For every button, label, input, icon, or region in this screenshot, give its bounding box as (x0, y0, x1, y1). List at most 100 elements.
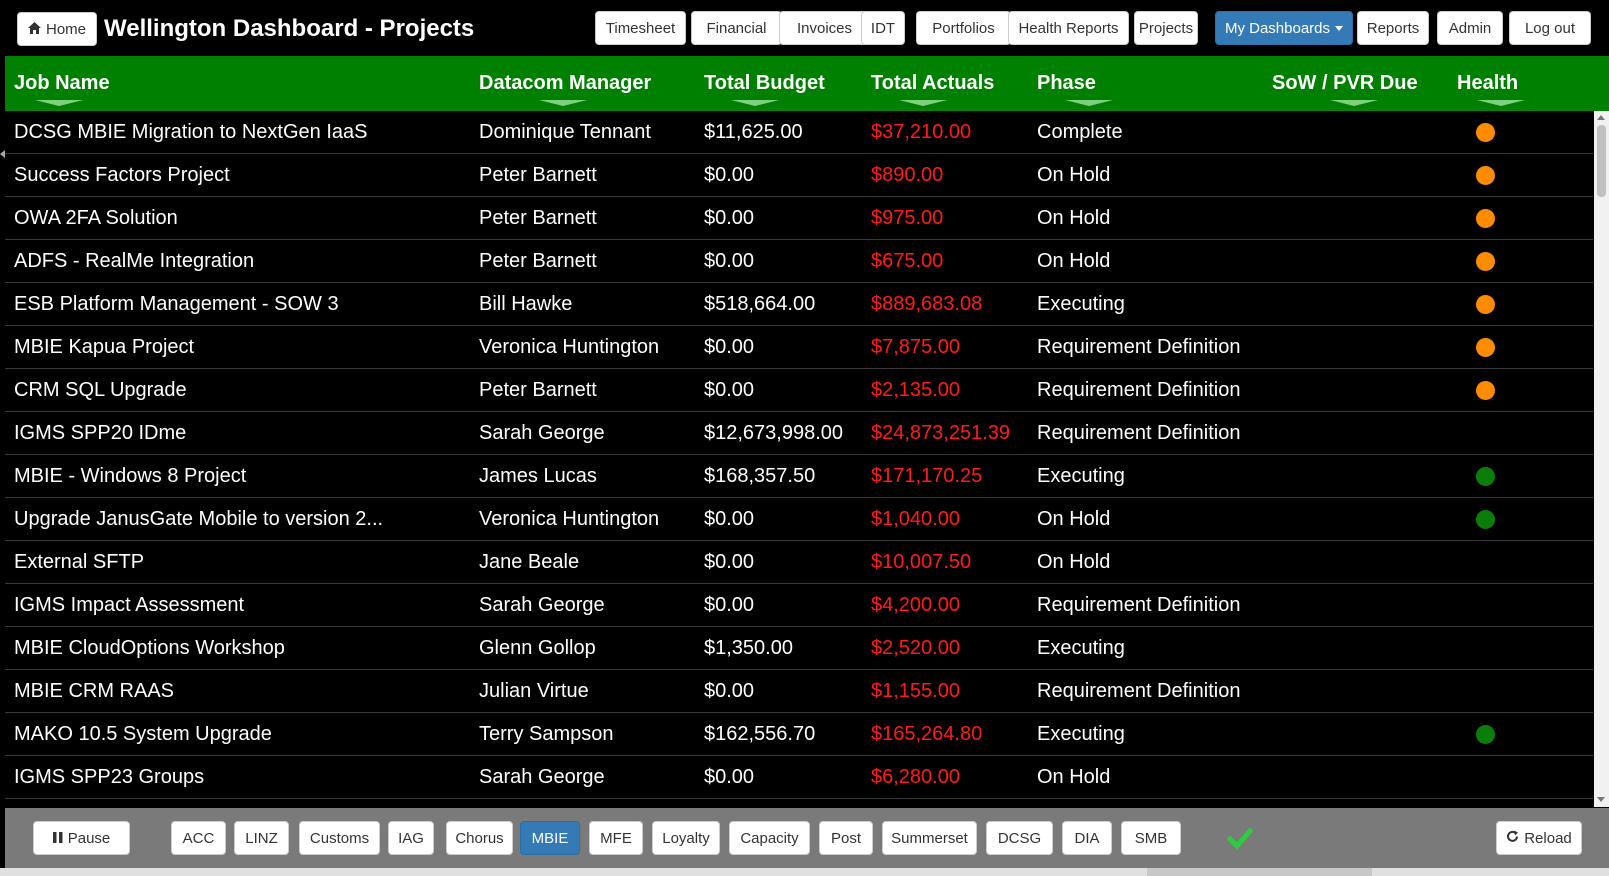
filter-button-iag[interactable]: IAG (388, 821, 434, 855)
table-row[interactable]: IGMS SPP20 IDme Sarah George $12,673,998.0… (5, 412, 1593, 455)
filter-button-chorus[interactable]: Chorus (446, 821, 513, 855)
table-row[interactable]: MBIE - Windows 8 Project James Lucas $168,… (5, 455, 1593, 498)
sort-indicator-icon[interactable] (731, 100, 779, 106)
nav-admin-button[interactable]: Admin (1437, 11, 1503, 45)
scroll-up-arrow-icon[interactable] (1597, 115, 1605, 120)
table-header: Job Name Datacom Manager Total Budget To… (5, 56, 1609, 111)
filter-button-linz[interactable]: LINZ (234, 821, 289, 855)
nav-projects-button[interactable]: Projects (1134, 11, 1198, 45)
table-row[interactable]: MBIE CloudOptions Workshop Glenn Gollop $1… (5, 627, 1593, 670)
cell-phase: Requirement Definition (1037, 422, 1241, 444)
cell-budget: $0.00 (704, 336, 755, 358)
scrollbar-thumb[interactable] (1597, 125, 1606, 197)
scroll-down-arrow-icon[interactable] (1597, 797, 1605, 802)
cell-manager: Peter Barnett (479, 207, 597, 229)
horizontal-scrollbar-thumb[interactable] (1147, 868, 1372, 876)
nav-portfolios-button[interactable]: Portfolios (916, 11, 1011, 45)
table-row[interactable]: ESB Platform Management - SOW 3 Bill Hawk… (5, 283, 1593, 326)
cell-phase: On Hold (1037, 551, 1111, 573)
table-row[interactable]: DCSG MBIE Migration to NextGen IaaS Domin… (5, 111, 1593, 154)
cell-manager: Veronica Huntington (479, 508, 660, 530)
page-title: Wellington Dashboard - Projects (104, 15, 475, 42)
filter-button-capacity[interactable]: Capacity (729, 821, 810, 855)
cell-budget: $162,556.70 (704, 723, 816, 745)
cell-job: OWA 2FA Solution (14, 207, 178, 229)
filter-button-dia[interactable]: DIA (1062, 821, 1112, 855)
nav-admin-label: Admin (1448, 19, 1492, 37)
table-row[interactable]: OWA 2FA Solution Peter Barnett $0.00 $975.0… (5, 197, 1593, 240)
sort-indicator-icon[interactable] (35, 100, 83, 106)
cell-actuals: $7,875.00 (871, 336, 960, 358)
cell-budget: $12,673,998.00 (704, 422, 844, 444)
reload-label: Reload (1524, 829, 1572, 847)
nav-reports-button[interactable]: Reports (1357, 11, 1429, 45)
cell-actuals: $165,264.80 (871, 723, 983, 745)
cell-job: MBIE CRM RAAS (14, 680, 175, 702)
health-status-orange-dot (1476, 166, 1495, 185)
sort-indicator-icon[interactable] (1330, 100, 1378, 106)
table-row[interactable]: IGMS Impact Assessment Sarah George $0.00 $… (5, 584, 1593, 627)
sort-indicator-icon[interactable] (1065, 100, 1113, 106)
cell-manager: Peter Barnett (479, 250, 597, 272)
filter-button-customs[interactable]: Customs (299, 821, 380, 855)
collapse-arrow-icon[interactable] (0, 150, 5, 158)
health-status-orange-dot (1476, 295, 1495, 314)
cell-actuals: $171,170.25 (871, 465, 983, 487)
filter-button-loyalty[interactable]: Loyalty (652, 821, 720, 855)
cell-budget: $11,625.00 (704, 121, 803, 143)
table-row[interactable]: MAKO 10.5 System Upgrade Terry Sampson $16… (5, 713, 1593, 756)
home-button[interactable]: Home (17, 12, 97, 46)
cell-budget: $0.00 (704, 594, 755, 616)
cell-job: IGMS SPP20 IDme (14, 422, 187, 444)
table-row[interactable]: External SFTP Jane Beale $0.00 $10,007.50 On… (5, 541, 1593, 584)
cell-budget: $168,357.50 (704, 465, 816, 487)
sort-indicator-icon[interactable] (539, 100, 587, 106)
health-status-orange-dot (1476, 381, 1495, 400)
nav-timesheet-button[interactable]: Timesheet (595, 11, 686, 45)
cell-phase: On Hold (1037, 250, 1111, 272)
cell-phase: Requirement Definition (1037, 680, 1241, 702)
nav-my-dashboards-button[interactable]: My Dashboards (1215, 11, 1353, 45)
table-row[interactable]: MBIE Kapua Project Veronica Huntington $0.… (5, 326, 1593, 369)
cell-job: MBIE - Windows 8 Project (14, 465, 247, 487)
sort-indicator-icon[interactable] (899, 100, 947, 106)
nav-invoices-button[interactable]: Invoices (779, 11, 870, 45)
table-row[interactable]: MBIE CRM RAAS Julian Virtue $0.00 $1,155.00… (5, 670, 1593, 713)
cell-phase: Executing (1037, 465, 1125, 487)
table-scrollbar[interactable] (1594, 111, 1609, 807)
filter-button-smb[interactable]: SMB (1121, 821, 1181, 855)
table-row[interactable]: Success Factors Project Peter Barnett $0.0… (5, 154, 1593, 197)
cell-budget: $0.00 (704, 551, 755, 573)
cell-budget: $0.00 (704, 164, 755, 186)
reload-button[interactable]: Reload (1496, 821, 1582, 855)
cell-budget: $1,350.00 (704, 637, 793, 659)
cell-phase: Requirement Definition (1037, 336, 1241, 358)
cell-manager: Terry Sampson (479, 723, 614, 745)
cell-manager: Bill Hawke (479, 293, 573, 315)
filter-button-dcsg[interactable]: DCSG (986, 821, 1053, 855)
table-row[interactable]: IGMS SPP23 Groups Sarah George $0.00 $6,280… (5, 756, 1593, 799)
pause-button[interactable]: Pause (33, 821, 130, 855)
cell-job: ADFS - RealMe Integration (14, 250, 255, 272)
filter-button-acc[interactable]: ACC (171, 821, 226, 855)
nav-log-out-button[interactable]: Log out (1509, 11, 1591, 45)
table-row[interactable]: ADFS - RealMe Integration Peter Barnett $0… (5, 240, 1593, 283)
table-row[interactable]: CRM SQL Upgrade Peter Barnett $0.00 $2,135.… (5, 369, 1593, 412)
filter-button-mbie[interactable]: MBIE (520, 821, 580, 855)
nav-financial-button[interactable]: Financial (691, 11, 782, 45)
cell-job: ESB Platform Management - SOW 3 (14, 293, 339, 315)
nav-health-reports-button[interactable]: Health Reports (1008, 11, 1129, 45)
cell-manager: Sarah George (479, 766, 605, 788)
filter-button-summerset[interactable]: Summerset (882, 821, 977, 855)
table-row[interactable]: Upgrade JanusGate Mobile to version 2...… (5, 498, 1593, 541)
nav-invoices-label: Invoices (796, 19, 853, 37)
filter-button-mfe[interactable]: MFE (589, 821, 643, 855)
horizontal-scrollbar[interactable] (0, 868, 1609, 876)
sort-indicator-icon[interactable] (1477, 100, 1525, 106)
refresh-icon (1506, 830, 1519, 847)
cell-actuals: $10,007.50 (871, 551, 972, 573)
nav-idt-button[interactable]: IDT (861, 11, 905, 45)
filter-button-post[interactable]: Post (819, 821, 873, 855)
cell-phase: Complete (1037, 121, 1123, 143)
cell-job: DCSG MBIE Migration to NextGen IaaS (14, 121, 368, 143)
